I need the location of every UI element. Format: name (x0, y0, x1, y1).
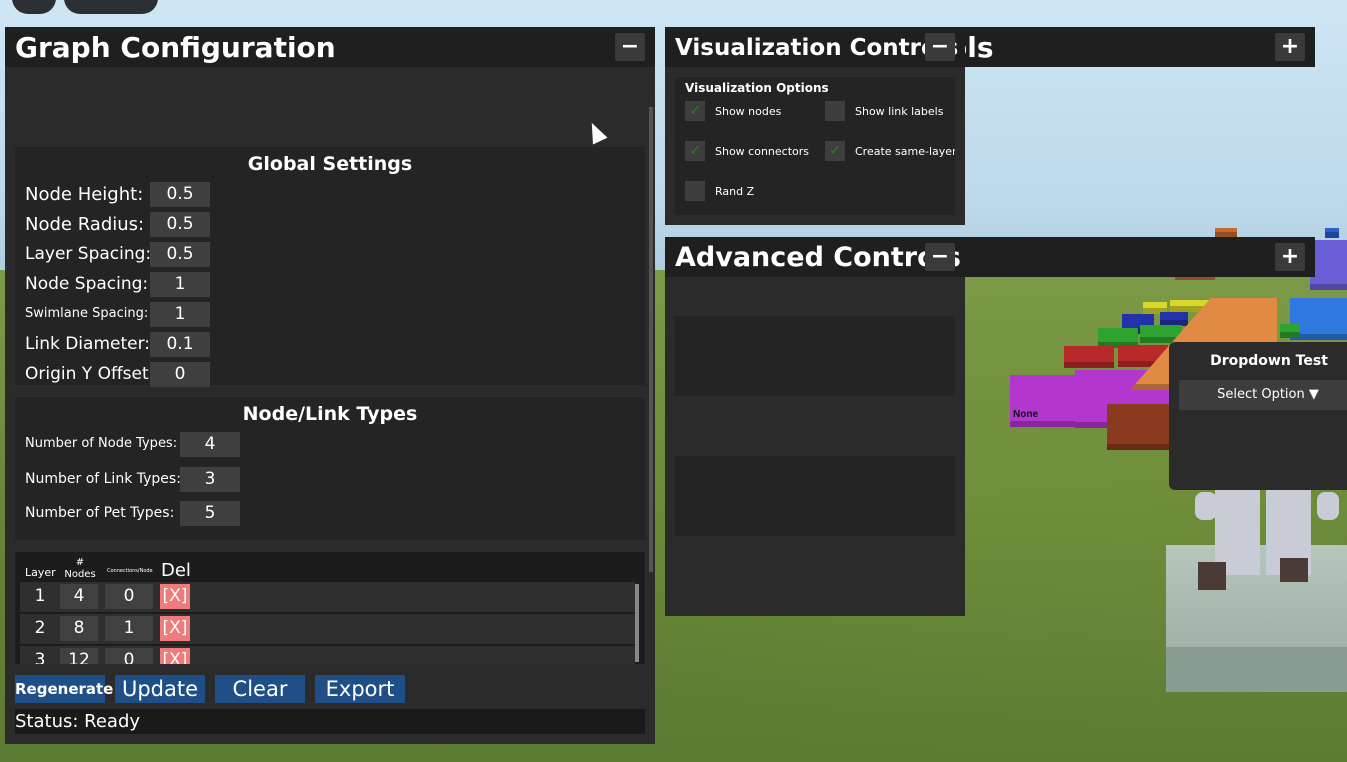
collapse-button[interactable]: − (925, 243, 955, 271)
rand-z-checkbox[interactable] (685, 181, 705, 201)
delete-layer-button[interactable]: [X] (160, 584, 190, 609)
update-button[interactable]: Update (115, 675, 205, 703)
advanced-section (675, 456, 955, 536)
graph-configuration-panel: Graph Configuration − Global Settings No… (5, 27, 655, 744)
nodes-column-header: # Nodes (64, 557, 96, 580)
regenerate-button[interactable]: Regenerate (15, 675, 113, 703)
origin-y-offset-input[interactable]: 0 (150, 362, 210, 387)
connections-input[interactable]: 0 (105, 584, 153, 609)
clear-button[interactable]: Clear (215, 675, 305, 703)
expand-button[interactable]: + (1275, 243, 1305, 271)
export-button[interactable]: Export (315, 675, 405, 703)
table-row: 3 12 0 [X] (20, 646, 635, 664)
avatar-boot (1198, 562, 1226, 590)
pet-types-label: Number of Pet Types: (25, 505, 175, 521)
origin-y-offset-label: Origin Y Offset: (25, 364, 155, 384)
node-types-input[interactable]: 4 (180, 432, 240, 457)
node-link-types-section: Node/Link Types Number of Node Types: 4 … (15, 397, 645, 540)
layers-scrollbar[interactable] (635, 584, 639, 662)
status-text: Status: Ready (15, 709, 645, 734)
collapse-button[interactable]: − (615, 33, 645, 61)
panel-scrollbar[interactable] (649, 107, 653, 572)
show-link-labels-label: Show link labels (855, 105, 944, 118)
del-column-header: Del (161, 560, 191, 581)
same-layer-links-checkbox[interactable]: ✓ (825, 141, 845, 161)
visualization-controls-panel: Visualization Controls − Visualization O… (665, 27, 965, 225)
world-block (1107, 404, 1169, 450)
nodes-input[interactable]: 4 (60, 584, 98, 609)
connections-input[interactable]: 0 (105, 648, 153, 664)
avatar-hand (1195, 492, 1217, 520)
pet-types-input[interactable]: 5 (180, 501, 240, 526)
table-row: 1 4 0 [X] (20, 582, 635, 612)
nodes-input[interactable]: 12 (60, 648, 98, 664)
avatar-boot (1280, 558, 1308, 582)
expand-button[interactable]: + (1275, 33, 1305, 61)
link-diameter-input[interactable]: 0.1 (150, 332, 210, 357)
layer-spacing-label: Layer Spacing: (25, 244, 152, 264)
world-block (1310, 240, 1347, 290)
collapse-button[interactable]: − (925, 33, 955, 61)
chat-toggle-button[interactable] (64, 0, 158, 14)
layer-spacing-input[interactable]: 0.5 (150, 242, 210, 267)
panel-title: Graph Configuration (15, 31, 336, 64)
node-height-input[interactable]: 0.5 (150, 182, 210, 207)
layer-number: 2 (34, 618, 46, 638)
advanced-controls-panel: Advanced Controls − (665, 237, 965, 616)
visualization-options-section: Visualization Options ✓ Show nodes Show … (675, 77, 955, 215)
section-title: Global Settings (247, 153, 413, 175)
link-types-label: Number of Link Types: (25, 471, 181, 487)
show-connectors-checkbox[interactable]: ✓ (685, 141, 705, 161)
layers-table: Layer # Nodes Connections/Node Del 1 4 0… (15, 552, 645, 664)
advanced-section (675, 316, 955, 396)
layer-number: 1 (34, 586, 46, 606)
world-block-label: None (1013, 409, 1038, 420)
swimlane-spacing-input[interactable]: 1 (150, 302, 210, 327)
dropdown-test-panel: Dropdown Test Select Option ▼ (1169, 342, 1347, 490)
world-block (1280, 324, 1300, 338)
node-radius-label: Node Radius: (25, 214, 145, 235)
avatar-hand (1317, 492, 1339, 520)
swimlane-spacing-label: Swimlane Spacing: (25, 306, 149, 321)
same-layer-links-label: Create same-layer links (855, 145, 955, 158)
section-title: Visualization Options (685, 81, 829, 95)
node-types-label: Number of Node Types: (25, 436, 178, 451)
show-connectors-label: Show connectors (715, 145, 810, 158)
world-block (1160, 312, 1188, 326)
select-option-dropdown[interactable]: Select Option ▼ (1179, 380, 1347, 410)
layer-column-header: Layer (25, 566, 56, 579)
node-height-label: Node Height: (25, 184, 144, 205)
connections-input[interactable]: 1 (105, 616, 153, 641)
link-types-input[interactable]: 3 (180, 467, 240, 492)
panel-title: Advanced Controls (675, 242, 961, 273)
show-nodes-checkbox[interactable]: ✓ (685, 101, 705, 121)
delete-layer-button[interactable]: [X] (160, 616, 190, 641)
layer-number: 3 (34, 650, 46, 664)
panel-title: Visualization Controls (675, 35, 959, 61)
check-icon: ✓ (829, 143, 841, 159)
dropdown-title: Dropdown Test (1210, 353, 1328, 369)
check-icon: ✓ (689, 143, 701, 159)
section-title: Node/Link Types (242, 403, 418, 425)
show-nodes-label: Show nodes (715, 105, 782, 118)
link-diameter-label: Link Diameter: (25, 334, 151, 354)
node-spacing-input[interactable]: 1 (150, 272, 210, 297)
connections-column-header: Connections/Node (107, 568, 153, 574)
global-settings-section: Global Settings Node Height: 0.5 Node Ra… (15, 147, 645, 387)
node-radius-input[interactable]: 0.5 (150, 212, 210, 237)
nodes-input[interactable]: 8 (60, 616, 98, 641)
show-link-labels-checkbox[interactable] (825, 101, 845, 121)
check-icon: ✓ (689, 103, 701, 119)
world-block (1064, 346, 1114, 368)
delete-layer-button[interactable]: [X] (160, 648, 190, 664)
node-spacing-label: Node Spacing: (25, 274, 149, 294)
rand-z-label: Rand Z (715, 185, 755, 198)
world-block (1325, 228, 1339, 238)
table-row: 2 8 1 [X] (20, 614, 635, 644)
